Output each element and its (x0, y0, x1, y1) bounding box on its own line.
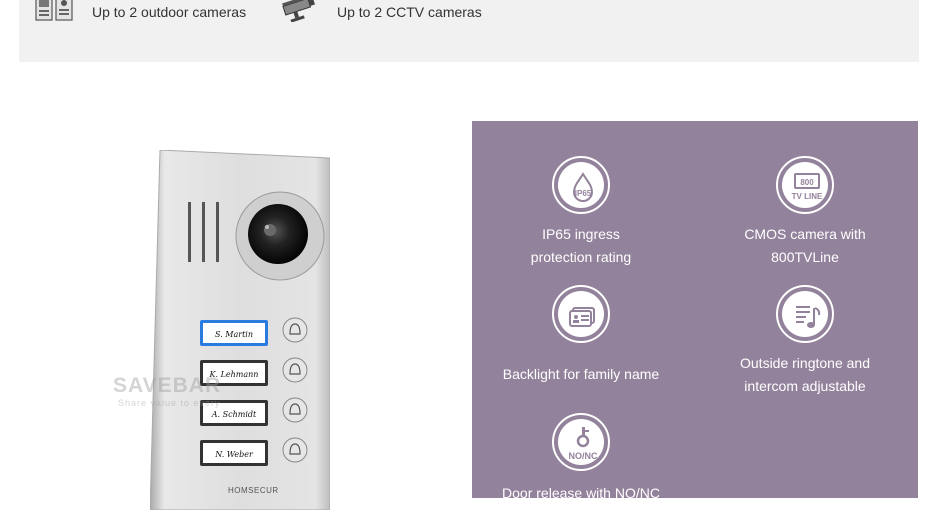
feature-door-release-line1: Door release with NO/NC (502, 485, 660, 501)
door-release-icon: NO/NC (552, 413, 610, 471)
feature-camera-line2: 800TVLine (771, 249, 839, 265)
outdoor-cameras-label: Up to 2 outdoor cameras (92, 4, 247, 20)
nameplate-3: A. Schmidt (211, 410, 257, 419)
cctv-camera-icon (282, 0, 315, 22)
feature-door-release: NO/NC Door release with NO/NC (481, 413, 681, 505)
feature-backlight: Backlight for family name (481, 285, 681, 386)
watermark: SAVEBAR (113, 374, 222, 397)
feature-ip65: IP65 IP65 ingress protection rating (481, 156, 681, 269)
cctv-cameras-label: Up to 2 CCTV cameras (337, 4, 482, 20)
top-item-cctv: Up to 2 CCTV cameras (279, 0, 482, 24)
ip65-badge: IP65 (575, 189, 592, 198)
feature-camera: 800 TV LINE CMOS camera with 800TVLine (705, 156, 905, 269)
feature-ringtone: Outside ringtone and intercom adjustable (705, 285, 905, 398)
feature-ip65-line1: IP65 ingress (542, 226, 620, 242)
feature-ringtone-line1: Outside ringtone and (740, 355, 870, 371)
feature-ringtone-line2: intercom adjustable (744, 378, 866, 394)
feature-ip65-line2: protection rating (530, 249, 632, 265)
tv-line-badge-top: 800 (800, 178, 814, 187)
brand-label: HOMSECUR (228, 486, 279, 495)
nameplate-icon (552, 285, 610, 343)
outdoor-camera-icon (35, 0, 73, 21)
nameplate-4: N. Weber (214, 450, 254, 459)
tv-line-badge-bottom: TV LINE (792, 192, 823, 201)
ip65-icon: IP65 (552, 156, 610, 214)
door-release-badge: NO/NC (569, 451, 599, 461)
tv-line-icon: 800 TV LINE (776, 156, 834, 214)
door-station-image: S. Martin K. Lehmann A. Schmidt N. Weber (150, 150, 330, 510)
feature-camera-line1: CMOS camera with (744, 226, 866, 242)
watermark-subtitle: Share value to every (118, 398, 221, 408)
music-note-icon (776, 285, 834, 343)
top-item-outdoor: Up to 2 outdoor cameras (34, 0, 246, 24)
nameplate-1: S. Martin (215, 330, 253, 339)
feature-backlight-line1: Backlight for family name (502, 366, 660, 382)
